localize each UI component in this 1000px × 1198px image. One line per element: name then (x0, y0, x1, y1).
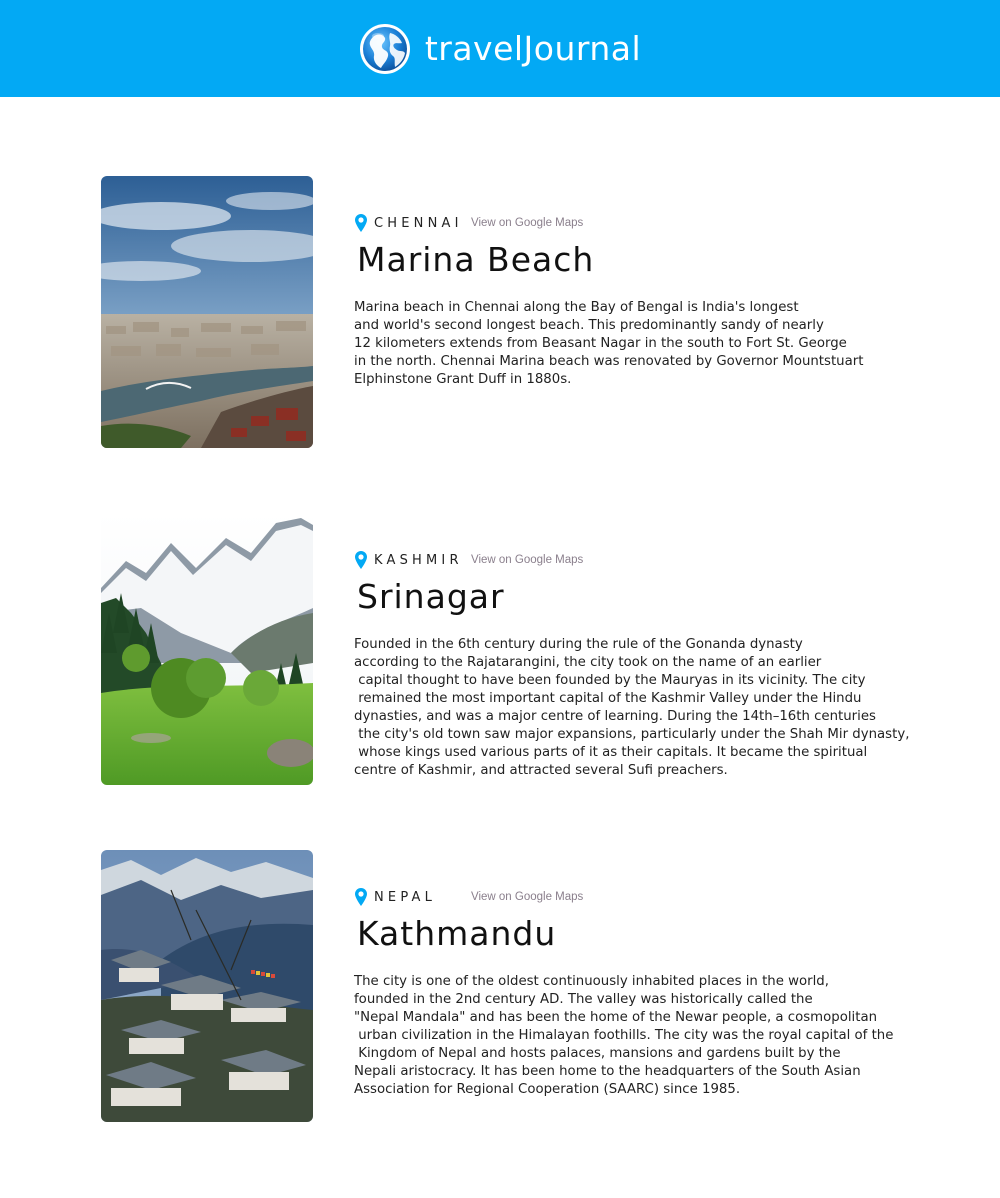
entry-title: Marina Beach (357, 240, 595, 279)
entry-description: Founded in the 6th century during the ru… (354, 637, 910, 778)
map-pin-icon (355, 888, 367, 906)
entry-description: Marina beach in Chennai along the Bay of… (354, 300, 864, 387)
location-row: NEPAL View on Google Maps (355, 887, 583, 907)
google-maps-link[interactable]: View on Google Maps (471, 217, 583, 229)
journal-entry: NEPAL View on Google Maps Kathmandu The … (101, 850, 981, 1122)
journal-entry: CHENNAI View on Google Maps Marina Beach… (101, 176, 981, 448)
mountain-village-photo (101, 850, 313, 1122)
location-row: CHENNAI View on Google Maps (355, 213, 583, 233)
map-pin-icon (355, 551, 367, 569)
snowy-mountain-valley-photo (101, 513, 313, 785)
brand[interactable]: travelJournal (359, 23, 641, 75)
location-label: NEPAL (374, 889, 437, 905)
entry-description: The city is one of the oldest continuous… (354, 974, 894, 1097)
entry-photo (101, 850, 313, 1122)
entry-title: Srinagar (357, 577, 505, 616)
location-row: KASHMIR View on Google Maps (355, 550, 583, 570)
entry-photo (101, 176, 313, 448)
entry-title: Kathmandu (357, 914, 557, 953)
google-maps-link[interactable]: View on Google Maps (471, 554, 583, 566)
location-label: CHENNAI (374, 215, 463, 231)
entry-photo (101, 513, 313, 785)
journal-entry: KASHMIR View on Google Maps Srinagar Fou… (101, 513, 981, 785)
location-label: KASHMIR (374, 552, 463, 568)
app-header: travelJournal (0, 0, 1000, 97)
google-maps-link[interactable]: View on Google Maps (471, 891, 583, 903)
map-pin-icon (355, 214, 367, 232)
city-river-aerial-photo (101, 176, 313, 448)
globe-icon (359, 23, 410, 74)
brand-name: travelJournal (424, 29, 642, 68)
